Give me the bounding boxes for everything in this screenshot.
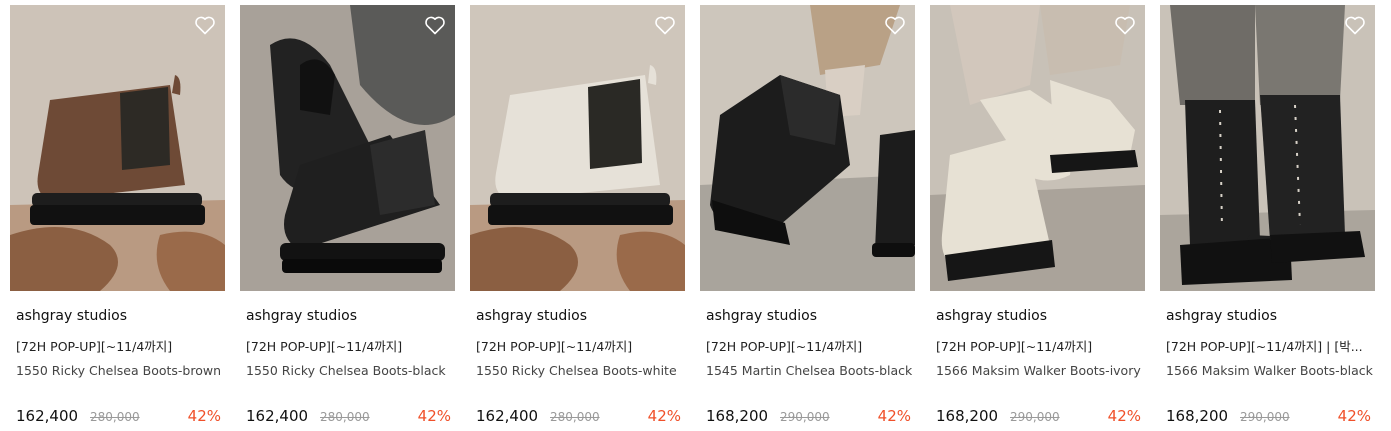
wishlist-heart-icon[interactable]: [423, 13, 447, 37]
product-card[interactable]: ashgray studios [72H POP-UP][~11/4까지] 15…: [470, 5, 685, 425]
product-image[interactable]: [10, 5, 225, 291]
wishlist-heart-icon[interactable]: [883, 13, 907, 37]
brand-name[interactable]: ashgray studios: [476, 308, 587, 324]
brand-name[interactable]: ashgray studios: [246, 308, 357, 324]
promo-text[interactable]: [72H POP-UP][~11/4까지]: [936, 336, 1141, 355]
product-image[interactable]: [930, 5, 1145, 291]
product-card[interactable]: ashgray studios [72H POP-UP][~11/4까지] 15…: [700, 5, 915, 425]
sale-price: 168,200: [1166, 407, 1229, 425]
product-image[interactable]: [700, 5, 915, 291]
discount-rate: 42%: [1107, 407, 1141, 425]
sale-price: 162,400: [476, 407, 539, 425]
sale-price: 168,200: [706, 407, 769, 425]
discount-rate: 42%: [877, 407, 911, 425]
wishlist-heart-icon[interactable]: [1343, 13, 1367, 37]
sale-price: 162,400: [16, 407, 79, 425]
wishlist-heart-icon[interactable]: [1113, 13, 1137, 37]
brand-name[interactable]: ashgray studios: [16, 308, 127, 324]
product-photo: [240, 5, 455, 291]
discount-rate: 42%: [417, 407, 451, 425]
promo-text[interactable]: [72H POP-UP][~11/4까지]: [16, 336, 221, 355]
product-name[interactable]: 1566 Maksim Walker Boots-black: [1166, 363, 1375, 378]
original-price: 290,000: [1010, 410, 1060, 424]
discount-rate: 42%: [187, 407, 221, 425]
product-name[interactable]: 1550 Ricky Chelsea Boots-white: [476, 363, 685, 378]
brand-name[interactable]: ashgray studios: [1166, 308, 1277, 324]
promo-text[interactable]: [72H POP-UP][~11/4까지]: [706, 336, 911, 355]
promo-text[interactable]: [72H POP-UP][~11/4까지] | [박...: [1166, 336, 1371, 355]
sale-price: 162,400: [246, 407, 309, 425]
original-price: 290,000: [780, 410, 830, 424]
brand-name[interactable]: ashgray studios: [936, 308, 1047, 324]
product-photo: [10, 5, 225, 291]
product-image[interactable]: [240, 5, 455, 291]
product-card[interactable]: ashgray studios [72H POP-UP][~11/4까지] 15…: [10, 5, 225, 425]
product-card[interactable]: ashgray studios [72H POP-UP][~11/4까지] 15…: [240, 5, 455, 425]
product-card[interactable]: ashgray studios [72H POP-UP][~11/4까지] | …: [1160, 5, 1375, 425]
wishlist-heart-icon[interactable]: [653, 13, 677, 37]
original-price: 280,000: [90, 410, 140, 424]
product-photo: [470, 5, 685, 291]
product-photo: [930, 5, 1145, 291]
product-photo: [700, 5, 915, 291]
discount-rate: 42%: [1337, 407, 1371, 425]
product-image[interactable]: [470, 5, 685, 291]
brand-name[interactable]: ashgray studios: [706, 308, 817, 324]
promo-text[interactable]: [72H POP-UP][~11/4까지]: [476, 336, 681, 355]
sale-price: 168,200: [936, 407, 999, 425]
discount-rate: 42%: [647, 407, 681, 425]
product-name[interactable]: 1550 Ricky Chelsea Boots-black: [246, 363, 455, 378]
original-price: 280,000: [550, 410, 600, 424]
product-name[interactable]: 1550 Ricky Chelsea Boots-brown: [16, 363, 225, 378]
original-price: 290,000: [1240, 410, 1290, 424]
product-photo: [1160, 5, 1375, 291]
wishlist-heart-icon[interactable]: [193, 13, 217, 37]
product-grid: ashgray studios [72H POP-UP][~11/4까지] 15…: [0, 0, 1391, 431]
product-card[interactable]: ashgray studios [72H POP-UP][~11/4까지] 15…: [930, 5, 1145, 425]
promo-text[interactable]: [72H POP-UP][~11/4까지]: [246, 336, 451, 355]
product-name[interactable]: 1566 Maksim Walker Boots-ivory: [936, 363, 1145, 378]
product-image[interactable]: [1160, 5, 1375, 291]
original-price: 280,000: [320, 410, 370, 424]
product-name[interactable]: 1545 Martin Chelsea Boots-black: [706, 363, 915, 378]
